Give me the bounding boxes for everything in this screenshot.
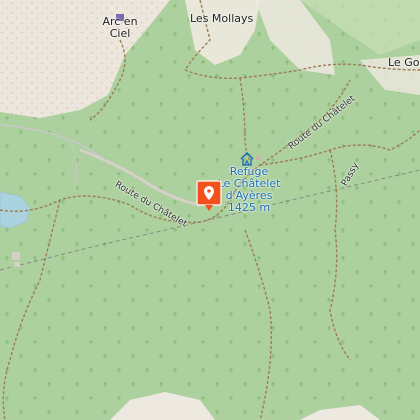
shelter-icon[interactable] bbox=[240, 152, 254, 166]
place-label-les-mollays: Les Mollays bbox=[190, 12, 254, 25]
place-label-arc-en-ciel-line2: Ciel bbox=[109, 27, 131, 40]
map-pin-icon[interactable] bbox=[196, 180, 222, 212]
building-left bbox=[12, 252, 20, 260]
refuge-label[interactable]: Refuge Le Châtelet d'Ayères 1425 m bbox=[212, 166, 286, 214]
map-view[interactable]: Arc en Ciel Les Mollays Le Gou Route du … bbox=[0, 0, 420, 420]
refuge-building bbox=[256, 156, 261, 160]
place-label-arc-en-ciel: Arc en Ciel bbox=[98, 16, 142, 40]
refuge-elevation: 1425 m bbox=[227, 201, 271, 214]
place-label-le-gou: Le Gou bbox=[388, 56, 420, 69]
